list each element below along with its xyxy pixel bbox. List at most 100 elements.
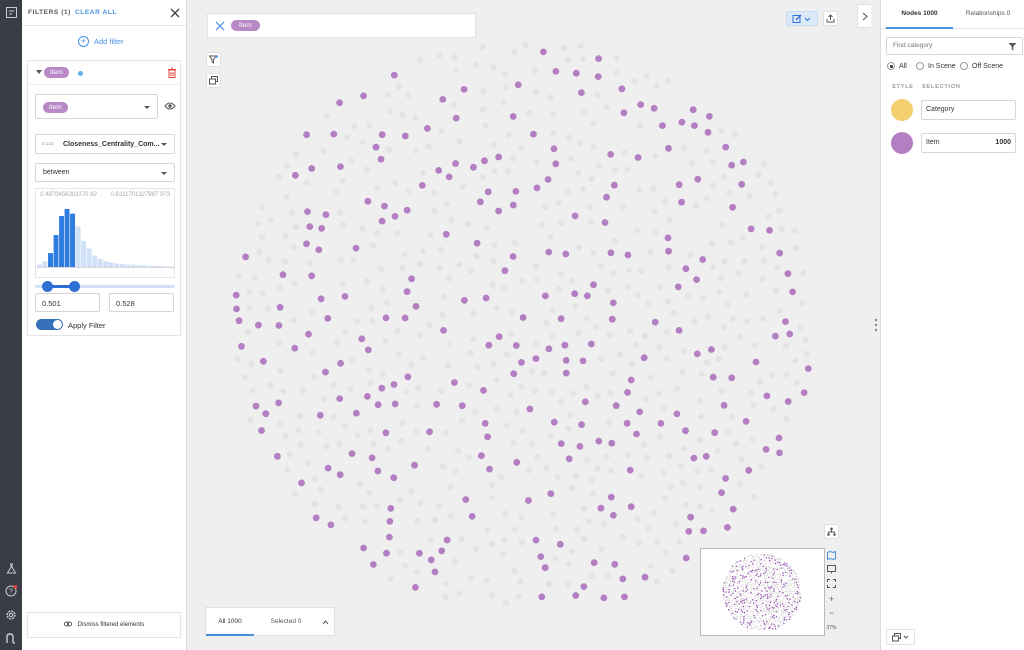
graph-node[interactable] — [687, 251, 694, 258]
export-button[interactable] — [823, 11, 838, 26]
filter-tool-button[interactable] — [206, 52, 221, 67]
graph-node[interactable] — [490, 141, 497, 148]
graph-node[interactable] — [412, 302, 420, 310]
graph-node[interactable] — [592, 323, 600, 330]
graph-node[interactable] — [783, 371, 790, 378]
graph-node[interactable] — [305, 330, 312, 338]
graph-node[interactable] — [650, 185, 657, 192]
graph-node[interactable] — [467, 350, 474, 357]
graph-node[interactable] — [653, 82, 660, 90]
graph-node[interactable] — [322, 368, 329, 376]
graph-node[interactable] — [532, 387, 539, 394]
range-slider[interactable] — [35, 281, 175, 292]
graph-node[interactable] — [660, 470, 667, 477]
graph-node[interactable] — [626, 327, 634, 334]
graph-node[interactable] — [232, 291, 240, 299]
graph-node[interactable] — [532, 263, 540, 270]
graph-node[interactable] — [398, 438, 405, 445]
graph-node[interactable] — [323, 112, 331, 120]
graph-node[interactable] — [510, 439, 517, 446]
neo4j-logo-icon[interactable] — [3, 630, 19, 646]
graph-node[interactable] — [465, 454, 473, 461]
graph-node[interactable] — [543, 319, 550, 326]
graph-node[interactable] — [378, 131, 386, 139]
graph-node[interactable] — [638, 472, 645, 480]
graph-node[interactable] — [432, 516, 439, 524]
clear-search-icon[interactable] — [215, 21, 225, 31]
graph-node[interactable] — [404, 373, 412, 381]
graph-node[interactable] — [339, 221, 347, 228]
graph-node[interactable] — [651, 318, 659, 326]
graph-node[interactable] — [405, 91, 412, 99]
graph-node[interactable] — [718, 489, 725, 496]
graph-node[interactable] — [708, 240, 715, 247]
graph-node[interactable] — [585, 518, 592, 525]
graph-node[interactable] — [676, 538, 683, 545]
graph-node[interactable] — [446, 340, 453, 348]
graph-node[interactable] — [716, 288, 723, 295]
graph-node[interactable] — [347, 157, 355, 164]
graph-node[interactable] — [650, 104, 658, 112]
graph-node[interactable] — [537, 553, 545, 560]
graph-node[interactable] — [742, 291, 750, 298]
graph-node[interactable] — [603, 453, 610, 460]
graph-node[interactable] — [458, 417, 466, 424]
graph-node[interactable] — [575, 329, 582, 337]
graph-node[interactable] — [611, 167, 618, 174]
graph-node[interactable] — [493, 405, 501, 412]
graph-node[interactable] — [793, 379, 801, 387]
graph-node[interactable] — [412, 114, 419, 122]
graph-node[interactable] — [386, 518, 394, 525]
graph-node[interactable] — [776, 249, 784, 257]
graph-node[interactable] — [598, 546, 606, 553]
graph-node[interactable] — [254, 220, 262, 228]
graph-node[interactable] — [673, 410, 681, 418]
graph-node[interactable] — [647, 248, 654, 255]
graph-node[interactable] — [660, 405, 667, 412]
graph-node[interactable] — [776, 449, 783, 457]
graph-node[interactable] — [456, 261, 463, 268]
graph-node[interactable] — [623, 419, 631, 427]
graph-node[interactable] — [413, 569, 421, 576]
graph-node[interactable] — [772, 332, 779, 340]
graph-node[interactable] — [433, 400, 440, 408]
graph-node[interactable] — [552, 554, 559, 562]
graph-node[interactable] — [282, 432, 289, 440]
graph-node[interactable] — [460, 86, 468, 93]
search-pill[interactable]: Item — [231, 20, 260, 31]
graph-node[interactable] — [505, 131, 512, 138]
graph-node[interactable] — [691, 318, 698, 325]
graph-node[interactable] — [708, 507, 716, 514]
graph-node[interactable] — [603, 193, 610, 201]
graph-node[interactable] — [627, 376, 635, 384]
graph-node[interactable] — [656, 390, 663, 398]
graph-node[interactable] — [330, 413, 337, 421]
graph-node[interactable] — [473, 253, 480, 260]
graph-node[interactable] — [644, 454, 651, 461]
graph-node[interactable] — [503, 422, 510, 429]
graph-node[interactable] — [549, 333, 556, 341]
graph-node[interactable] — [317, 295, 325, 303]
graph-node[interactable] — [566, 134, 573, 141]
graph-node[interactable] — [680, 445, 687, 452]
graph-node[interactable] — [431, 207, 438, 214]
min-value-input[interactable]: 0.501 — [35, 293, 100, 312]
graph-node[interactable] — [461, 297, 468, 304]
graph-node[interactable] — [368, 454, 376, 462]
graph-node[interactable] — [469, 336, 477, 343]
graph-node[interactable] — [235, 317, 243, 325]
graph-node[interactable] — [798, 300, 805, 307]
graph-node[interactable] — [784, 398, 792, 405]
graph-node[interactable] — [595, 437, 603, 445]
graph-node[interactable] — [356, 480, 364, 487]
graph-node[interactable] — [724, 524, 731, 531]
graph-node[interactable] — [608, 315, 616, 323]
graph-node[interactable] — [442, 429, 449, 436]
graph-node[interactable] — [594, 392, 601, 399]
graph-node[interactable] — [489, 591, 496, 599]
graph-node[interactable] — [330, 130, 338, 138]
graph-node[interactable] — [571, 212, 579, 220]
graph-node[interactable] — [427, 232, 434, 239]
graph-node[interactable] — [675, 181, 683, 189]
graph-node[interactable] — [718, 221, 726, 228]
